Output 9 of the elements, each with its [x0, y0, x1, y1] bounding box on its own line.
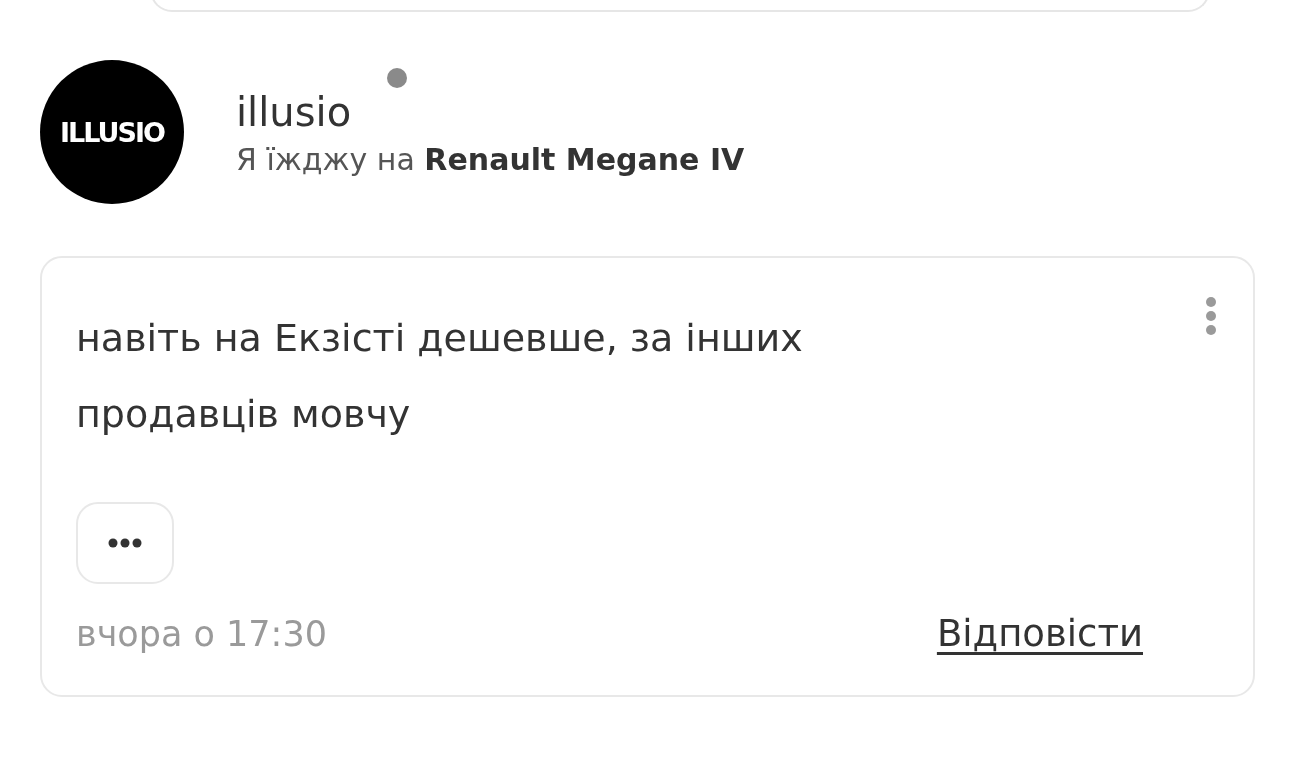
reply-link[interactable]: Відповісти — [936, 612, 1143, 655]
more-options-icon[interactable] — [1205, 296, 1217, 336]
comment-time: вчора о 17:30 — [76, 613, 327, 654]
avatar[interactable]: ILLUSIO — [40, 60, 184, 204]
user-name[interactable]: illusio — [236, 87, 352, 136]
user-car: Я їжджу на Renault Megane IV — [236, 141, 745, 177]
reactions-button[interactable] — [76, 502, 174, 584]
comment-text: навіть на Екзісті дешевше, за інших продавців мовчу — [76, 315, 804, 438]
dots-icon — [108, 538, 142, 548]
